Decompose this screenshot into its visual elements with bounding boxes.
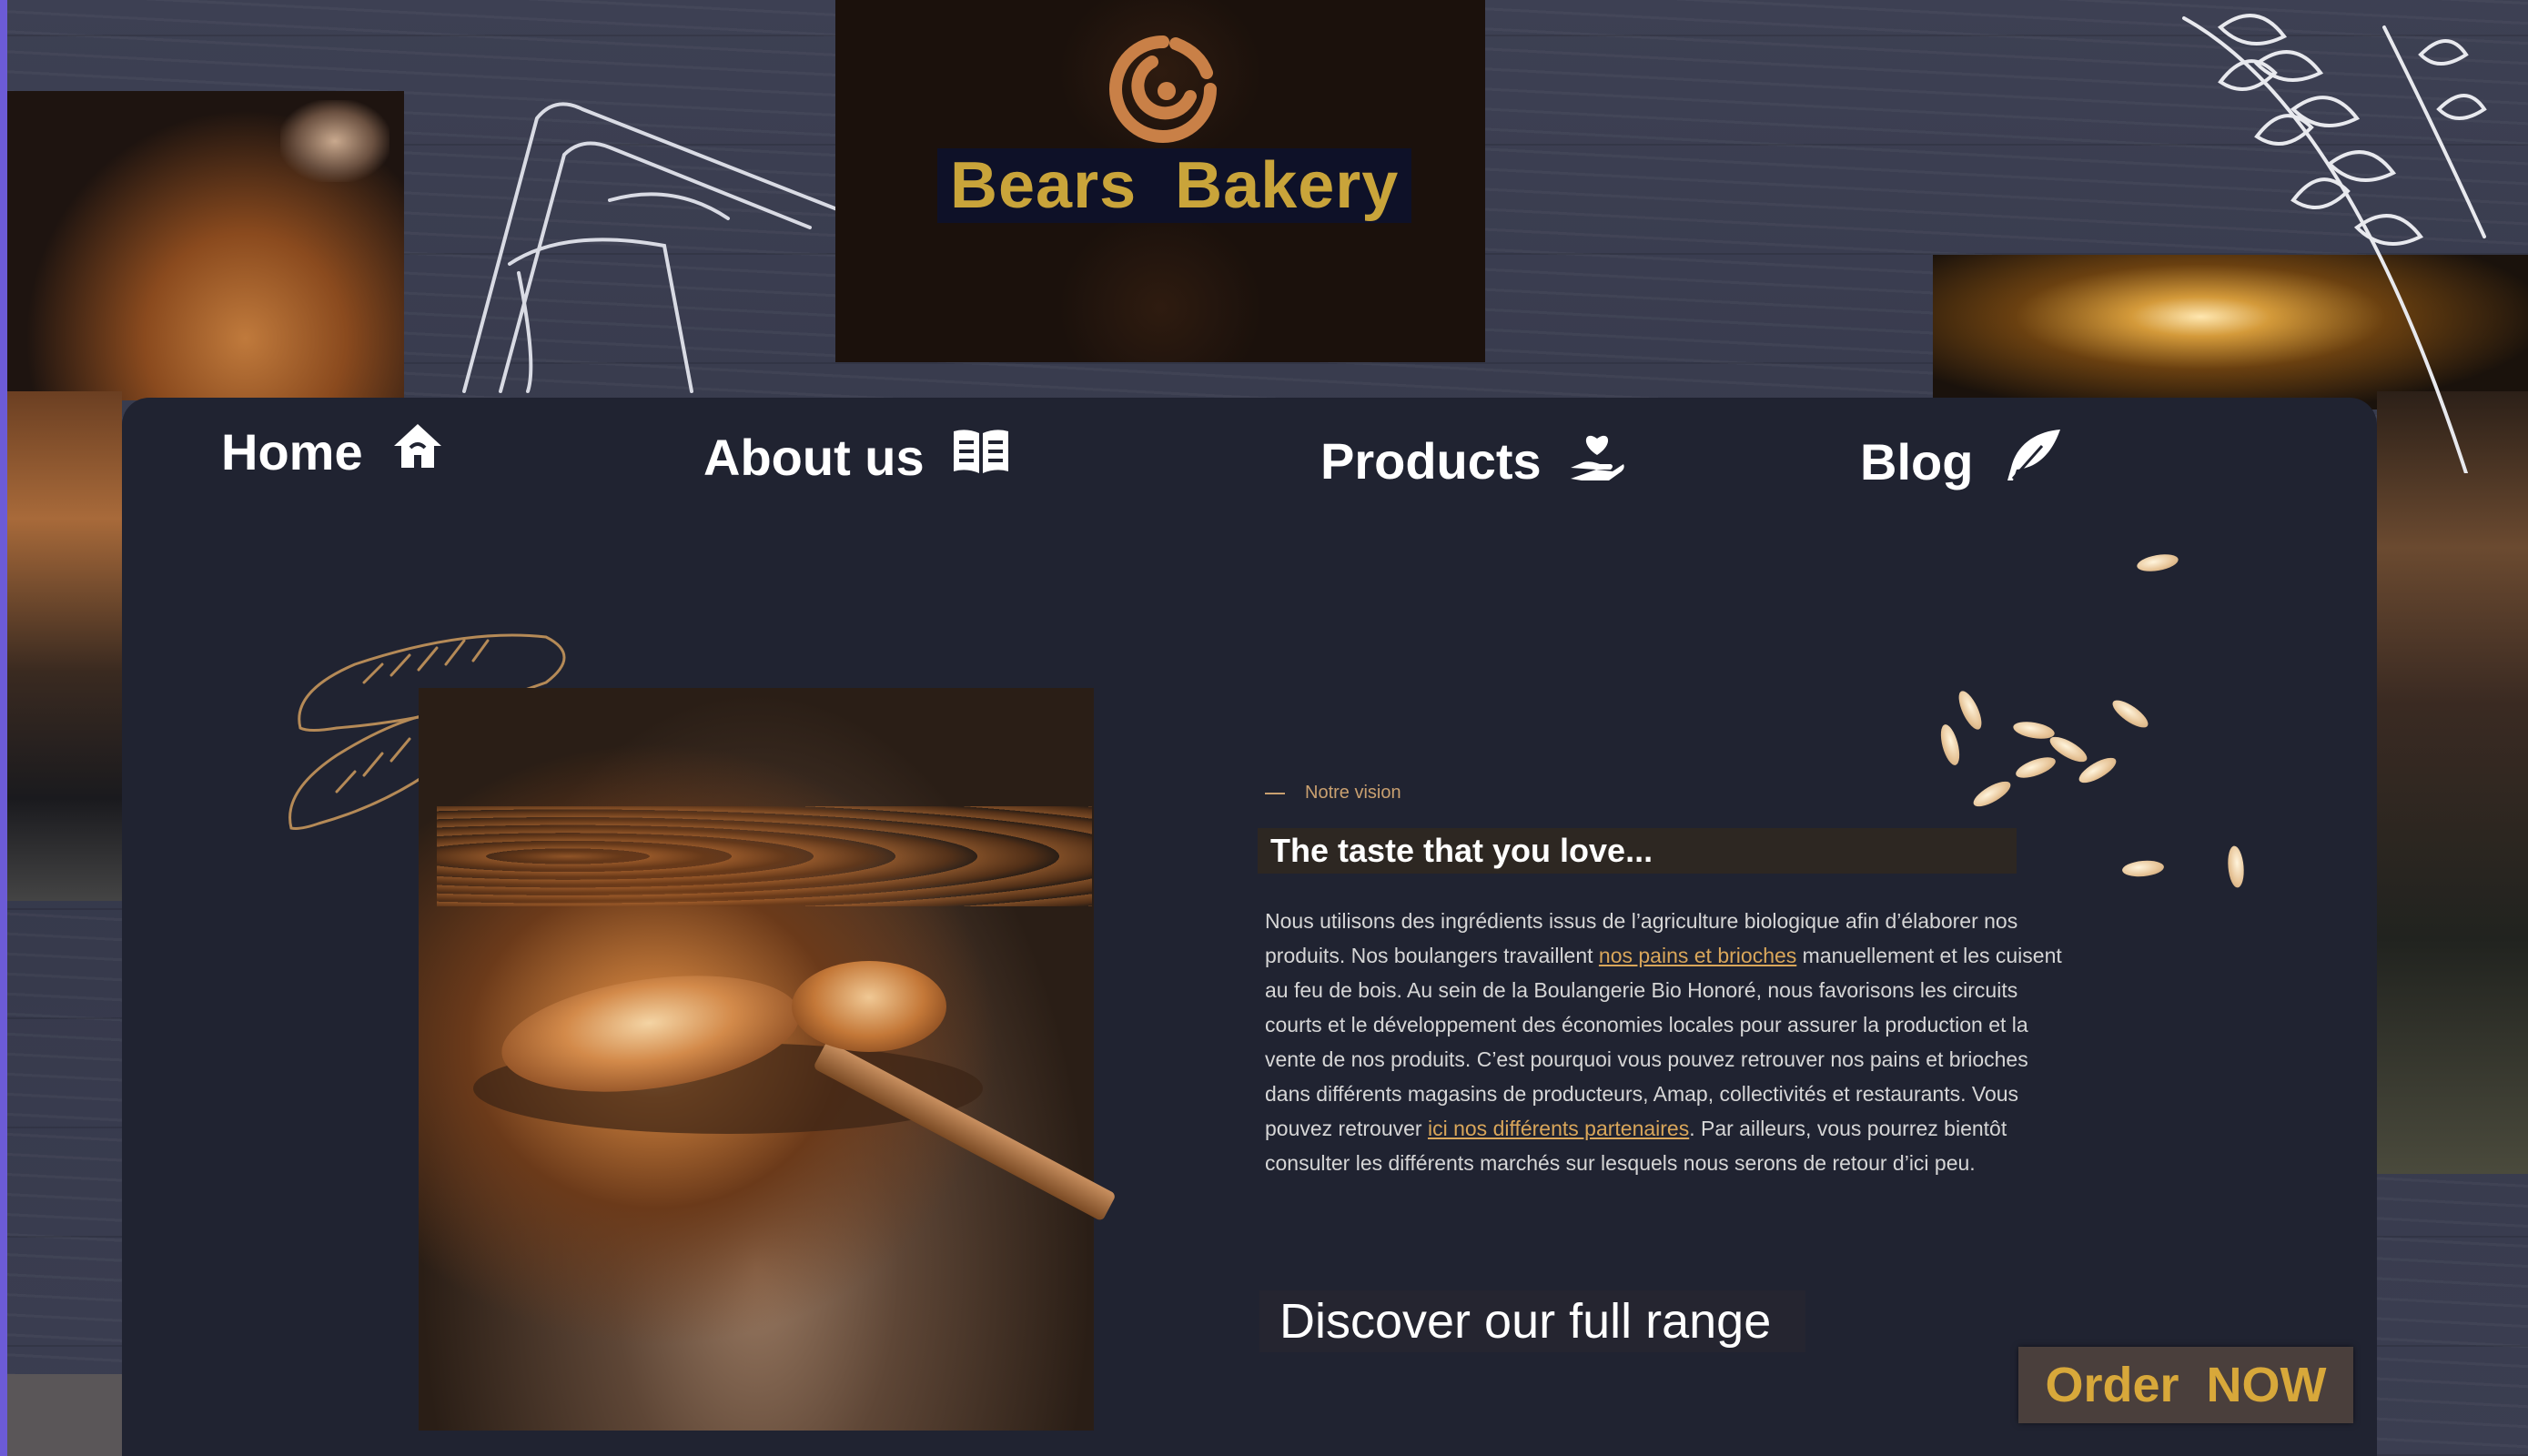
bakery-logo-icon: [1109, 35, 1217, 143]
window-left-border: [0, 0, 7, 1456]
feather-icon: [2000, 428, 2064, 496]
logo-title: Bears Bakery: [937, 148, 1412, 223]
paragraph-text-2: manuellement et les cuisent au feu de bo…: [1265, 944, 2062, 1140]
nav-blog-label: Blog: [1860, 433, 1974, 490]
vision-paragraph: Nous utilisons des ingrédients issus de …: [1265, 904, 2078, 1180]
order-now-button[interactable]: Order NOW: [2018, 1347, 2353, 1423]
bread-photo-left-top: [7, 91, 404, 400]
logo-banner[interactable]: Bears Bakery: [835, 0, 1485, 362]
photo-left-bottom: [7, 1374, 122, 1456]
bread-photo-right: [2377, 391, 2528, 1174]
nav-products-label: Products: [1320, 432, 1542, 490]
peel-handle: [813, 1040, 1117, 1222]
nav-about-us-label: About us: [703, 429, 925, 486]
breads-link[interactable]: nos pains et brioches: [1599, 944, 1796, 967]
discover-range-button[interactable]: Discover our full range: [1259, 1290, 1805, 1352]
oven-bread-photo: [419, 688, 1117, 1431]
hand-heart-icon: [1569, 428, 1625, 494]
bread-tin-sketch: [462, 102, 839, 393]
nav-blog[interactable]: Blog: [1860, 428, 2064, 496]
partners-link[interactable]: ici nos différents partenaires: [1428, 1117, 1689, 1140]
nav-home-label: Home: [221, 423, 363, 480]
bread-photo-left-middle: [7, 391, 122, 901]
house-icon: [390, 420, 445, 483]
back-loaves: [437, 806, 1092, 906]
nav-home[interactable]: Home: [221, 420, 445, 483]
eyebrow-dash: [1265, 792, 1285, 794]
eyebrow-label: Notre vision: [1305, 783, 1401, 803]
nav-products[interactable]: Products: [1320, 428, 1625, 494]
section-headline: The taste that you love...: [1258, 828, 2017, 874]
open-book-icon: [952, 428, 1010, 487]
section-eyebrow: Notre vision: [1265, 783, 1401, 804]
nav-about-us[interactable]: About us: [703, 428, 1010, 487]
loaf-small: [792, 961, 946, 1052]
